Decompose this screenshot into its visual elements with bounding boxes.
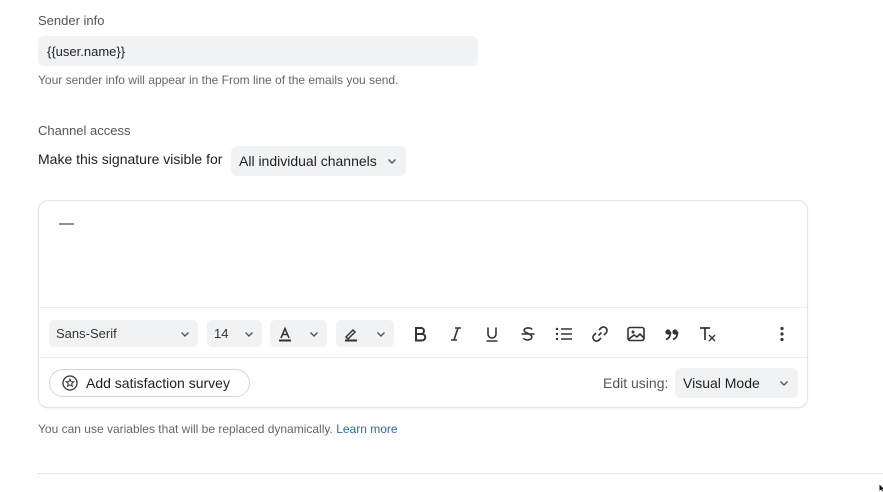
channel-visibility-select[interactable]: All individual channels	[231, 146, 406, 176]
variables-helper-text: You can use variables that will be repla…	[38, 422, 333, 436]
mouse-cursor-icon	[879, 484, 883, 492]
link-button[interactable]	[587, 321, 613, 347]
chevron-down-icon	[308, 328, 320, 340]
quote-button[interactable]	[659, 321, 685, 347]
bulleted-list-button[interactable]	[551, 321, 577, 347]
link-icon	[592, 326, 608, 342]
signature-content[interactable]: —	[59, 215, 74, 232]
bold-icon	[415, 327, 427, 342]
edit-mode-select[interactable]: Visual Mode	[675, 368, 798, 398]
bold-button[interactable]	[407, 321, 433, 347]
learn-more-link[interactable]: Learn more	[336, 422, 397, 436]
sender-info-label: Sender info	[38, 13, 105, 28]
highlight-color-select[interactable]	[336, 320, 394, 347]
italic-icon	[451, 327, 461, 341]
chevron-down-icon	[243, 328, 255, 340]
edit-using-label: Edit using:	[603, 375, 669, 391]
edit-mode-value: Visual Mode	[683, 375, 760, 391]
font-size-select[interactable]: 14	[207, 320, 262, 347]
strikethrough-icon	[521, 327, 535, 341]
italic-button[interactable]	[443, 321, 469, 347]
image-button[interactable]	[623, 321, 649, 347]
signature-editor: — Sans-Serif 14 Add satisfaction survey …	[38, 200, 808, 408]
variables-helper: You can use variables that will be repla…	[38, 422, 398, 436]
underline-button[interactable]	[479, 321, 505, 347]
section-divider	[38, 473, 883, 474]
star-circle-icon	[62, 375, 78, 391]
sender-info-helper: Your sender info will appear in the From…	[38, 73, 399, 87]
clear-formatting-button[interactable]	[695, 321, 721, 347]
sender-info-input[interactable]: {{user.name}}	[38, 36, 478, 66]
sender-info-value: {{user.name}}	[47, 43, 126, 59]
underline-icon	[486, 327, 498, 342]
font-size-value: 14	[214, 326, 229, 341]
text-color-icon	[277, 325, 293, 342]
quote-icon	[665, 329, 679, 341]
channel-access-label: Channel access	[38, 123, 131, 138]
chevron-down-icon	[386, 155, 398, 167]
channel-visibility-value: All individual channels	[239, 153, 377, 169]
add-satisfaction-survey-button[interactable]: Add satisfaction survey	[49, 369, 250, 397]
chevron-down-icon	[375, 328, 387, 340]
survey-button-label: Add satisfaction survey	[86, 375, 230, 391]
more-vertical-icon	[780, 326, 784, 342]
more-options-button[interactable]	[769, 321, 795, 347]
font-family-select[interactable]: Sans-Serif	[49, 320, 198, 347]
text-color-select[interactable]	[270, 320, 327, 347]
strikethrough-button[interactable]	[515, 321, 541, 347]
editor-footer: Add satisfaction survey Edit using: Visu…	[39, 358, 807, 408]
bulleted-list-icon	[555, 327, 572, 341]
font-family-value: Sans-Serif	[56, 326, 117, 341]
chevron-down-icon	[778, 377, 790, 389]
editor-toolbar: Sans-Serif 14	[39, 307, 807, 358]
clear-formatting-icon	[700, 327, 716, 342]
visibility-label: Make this signature visible for	[38, 151, 223, 167]
highlighter-icon	[343, 326, 359, 342]
chevron-down-icon	[179, 328, 191, 340]
image-icon	[627, 326, 645, 342]
